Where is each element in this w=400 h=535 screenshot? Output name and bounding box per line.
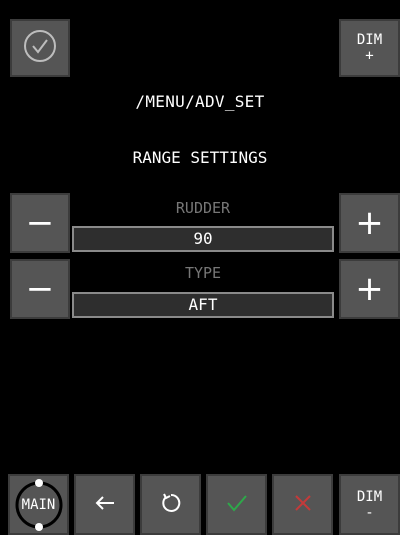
dim-plus-sign: + <box>365 48 374 64</box>
rotate-icon <box>160 492 182 518</box>
confirm-button[interactable] <box>10 19 70 77</box>
arrow-left-icon <box>94 495 116 515</box>
x-icon <box>293 493 313 517</box>
minus-icon: − <box>25 269 55 309</box>
dim-plus-button[interactable]: DIM + <box>339 19 400 77</box>
page-title: RANGE SETTINGS <box>132 148 268 167</box>
dim-minus-label: DIM <box>356 488 383 505</box>
dim-plus-label: DIM <box>356 32 383 48</box>
check-circle-icon <box>23 29 57 67</box>
menu-path: /MENU/ADV_SET <box>135 92 265 111</box>
type-label: TYPE <box>184 264 222 282</box>
type-decrement-button[interactable]: − <box>10 259 70 319</box>
check-icon <box>225 493 249 517</box>
back-button[interactable] <box>74 474 135 535</box>
rudder-value: 90 <box>72 226 334 252</box>
main-button[interactable]: MAIN <box>8 474 69 535</box>
type-value: AFT <box>72 292 334 318</box>
dim-minus-sign: - <box>365 504 374 521</box>
minus-icon: − <box>25 203 55 243</box>
plus-icon: + <box>355 269 384 309</box>
cancel-button[interactable] <box>272 474 333 535</box>
accept-button[interactable] <box>206 474 267 535</box>
rudder-increment-button[interactable]: + <box>339 193 400 253</box>
dim-minus-button[interactable]: DIM - <box>339 474 400 535</box>
reset-button[interactable] <box>140 474 201 535</box>
rudder-label: RUDDER <box>175 199 231 217</box>
main-label: MAIN <box>21 496 56 513</box>
type-increment-button[interactable]: + <box>339 259 400 319</box>
plus-icon: + <box>355 203 384 243</box>
rudder-decrement-button[interactable]: − <box>10 193 70 253</box>
